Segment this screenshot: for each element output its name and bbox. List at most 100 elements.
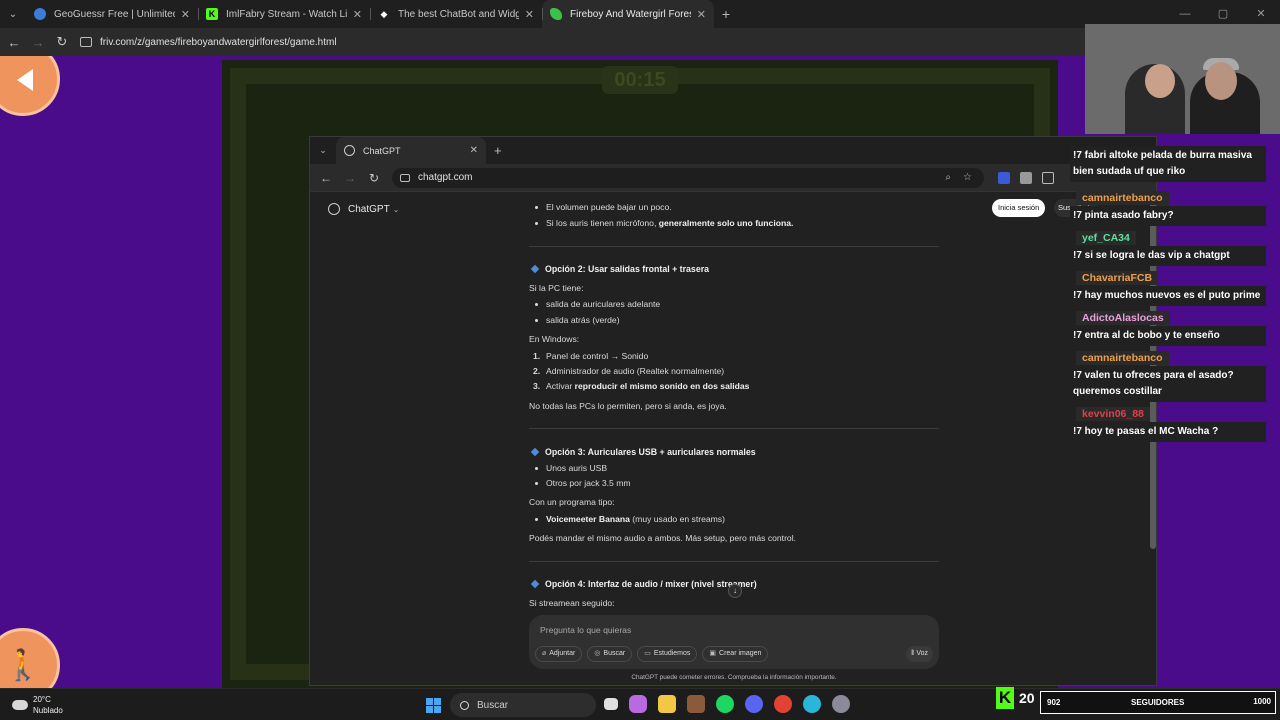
search-button[interactable]: ◎ Buscar bbox=[587, 646, 633, 662]
paragraph: Si la PC tiene: bbox=[529, 283, 584, 293]
weather-widget[interactable]: 20°C Nublado bbox=[12, 694, 63, 716]
tab-kick-stream[interactable]: K ImlFabry Stream - Watch Live o ✕ bbox=[198, 0, 370, 28]
task-view-icon[interactable] bbox=[604, 698, 618, 710]
chat-message: yef_CA34 !7 si se logra le das vip a cha… bbox=[1070, 228, 1266, 266]
new-tab-button[interactable]: + bbox=[714, 6, 738, 22]
composer-tools: ⌀ Adjuntar ◎ Buscar ▭ Estudiemos ▣ Crear ima… bbox=[535, 646, 769, 662]
new-tab-button[interactable]: + bbox=[494, 143, 502, 158]
chat-message: kevvin06_88 !7 hoy te pasas el MC Wacha … bbox=[1070, 404, 1266, 442]
taskbar-apps bbox=[604, 695, 850, 713]
blue-diamond-icon bbox=[530, 579, 540, 589]
brand-name: ChatGPT bbox=[348, 203, 390, 215]
follower-label: SEGUIDORES bbox=[1131, 698, 1185, 707]
tab-title: ImlFabry Stream - Watch Live o bbox=[226, 8, 347, 20]
blue-diamond-icon bbox=[530, 447, 540, 457]
file-explorer-icon[interactable] bbox=[658, 695, 676, 713]
edge-icon[interactable] bbox=[803, 695, 821, 713]
chat-text: !7 fabri altoke pelada de burra masiva b… bbox=[1070, 146, 1266, 182]
tab-title: Fireboy And Watergirl Forest Te bbox=[570, 8, 691, 20]
url-text: chatgpt.com bbox=[418, 172, 473, 183]
tab-search-chevron-icon[interactable]: ⌄ bbox=[310, 145, 336, 156]
url-field[interactable]: friv.com/z/games/fireboyandwatergirlfore… bbox=[100, 37, 337, 48]
leaf-icon bbox=[550, 8, 562, 20]
image-icon: ▣ bbox=[709, 650, 717, 657]
game-app-icon[interactable] bbox=[687, 695, 705, 713]
url-field[interactable]: chatgpt.com ⌕ ☆ bbox=[392, 167, 984, 188]
sidebar-toggle-icon[interactable] bbox=[328, 203, 340, 215]
forward-icon[interactable]: → bbox=[26, 35, 50, 50]
back-arrow-button[interactable] bbox=[0, 56, 60, 116]
reload-icon[interactable]: ↻ bbox=[362, 171, 386, 185]
scroll-down-button[interactable]: ↓ bbox=[728, 584, 742, 598]
close-icon[interactable]: ✕ bbox=[353, 8, 362, 21]
back-icon[interactable]: ← bbox=[2, 35, 26, 50]
discord-icon[interactable] bbox=[745, 695, 763, 713]
voice-button[interactable]: ⦀ Voz bbox=[906, 646, 933, 662]
globe-icon bbox=[34, 8, 46, 20]
study-button[interactable]: ▭ Estudiemos bbox=[637, 646, 698, 662]
forward-icon[interactable]: → bbox=[338, 171, 362, 185]
follower-count: 902 bbox=[1047, 698, 1061, 707]
taskbar-search[interactable]: Buscar bbox=[450, 693, 596, 717]
diamond-icon: ◆ bbox=[380, 8, 388, 19]
message-composer[interactable]: Pregunta lo que quieras ⌀ Adjuntar ◎ Busca… bbox=[529, 615, 939, 669]
chat-text: !7 hay muchos nuevos es el puto prime bbox=[1070, 286, 1266, 306]
taskbar: 20°C Nublado Buscar K 20 902 SEGUIDORES … bbox=[0, 687, 1280, 720]
login-button[interactable]: Inicia sesión bbox=[992, 199, 1046, 217]
star-icon[interactable]: ☆ bbox=[963, 172, 972, 183]
site-info-icon[interactable] bbox=[80, 37, 92, 47]
extensions-area bbox=[998, 171, 1054, 184]
settings-gear-icon[interactable] bbox=[832, 695, 850, 713]
chat-username: AdictoAlaslocas bbox=[1076, 311, 1170, 325]
attach-button[interactable]: ⌀ Adjuntar bbox=[535, 646, 583, 662]
tab-search-chevron-icon[interactable]: ⌄ bbox=[0, 0, 26, 28]
weather-condition: Nublado bbox=[33, 706, 63, 715]
chat-username: ChavarriaFCB bbox=[1076, 271, 1159, 285]
tab-title: GeoGuessr Free | Unlimited Mo bbox=[54, 8, 175, 20]
create-image-button[interactable]: ▣ Crear imagen bbox=[702, 646, 769, 662]
list-item: 2. Administrador de audio (Realtek normal… bbox=[533, 366, 725, 376]
start-windows-icon[interactable] bbox=[426, 698, 441, 713]
tab-chatbot[interactable]: ◆ The best ChatBot and Widgets ✕ bbox=[370, 0, 542, 28]
prompt-input[interactable]: Pregunta lo que quieras bbox=[540, 625, 631, 635]
copilot-icon[interactable] bbox=[629, 695, 647, 713]
paragraph: Con un programa tipo: bbox=[529, 497, 615, 507]
paragraph: En Windows: bbox=[529, 334, 580, 344]
arrow-left-icon bbox=[17, 69, 33, 91]
extension-shield-icon[interactable] bbox=[998, 171, 1010, 184]
model-selector[interactable]: ChatGPT ⌄ bbox=[328, 203, 399, 215]
paperclip-icon: ⌀ bbox=[542, 650, 547, 657]
close-icon[interactable]: ✕ bbox=[525, 8, 534, 21]
chrome-icon[interactable] bbox=[774, 695, 792, 713]
webcam-overlay bbox=[1085, 24, 1280, 134]
tab-title: The best ChatBot and Widgets bbox=[398, 8, 519, 20]
walkthrough-button[interactable]: 🚶 bbox=[0, 628, 60, 688]
extensions-puzzle-icon[interactable] bbox=[1042, 171, 1054, 184]
spotify-icon[interactable] bbox=[716, 695, 734, 713]
walking-person-icon: 🚶 bbox=[4, 649, 42, 682]
tab-fireboy-watergirl[interactable]: Fireboy And Watergirl Forest Te ✕ bbox=[542, 0, 714, 28]
chatgpt-page: ChatGPT ⌄ Inicia sesión Suscríbete El vo… bbox=[310, 193, 1156, 685]
zoom-icon[interactable]: ⌕ bbox=[945, 172, 951, 183]
viewer-counter: K 20 bbox=[996, 687, 1035, 709]
reload-icon[interactable]: ↻ bbox=[50, 34, 74, 50]
tab-chatgpt[interactable]: ChatGPT ✕ bbox=[336, 137, 486, 164]
kick-logo-icon: K bbox=[996, 687, 1014, 709]
list-item: Otros por jack 3.5 mm bbox=[535, 478, 631, 488]
list-item: 3. Activar reproducir el mismo sonido en … bbox=[533, 381, 750, 391]
close-icon[interactable]: ✕ bbox=[470, 145, 478, 156]
back-icon[interactable]: ← bbox=[314, 171, 338, 185]
follower-goal: 1000 bbox=[1253, 697, 1271, 706]
tab-geoguessr[interactable]: GeoGuessr Free | Unlimited Mo ✕ bbox=[26, 0, 198, 28]
close-icon[interactable]: ✕ bbox=[697, 8, 706, 21]
blue-diamond-icon bbox=[530, 264, 540, 274]
chat-message: !7 fabri altoke pelada de burra masiva b… bbox=[1070, 146, 1266, 182]
chatgpt-window: ⌄ ChatGPT ✕ + ← → ↻ chatgpt.com ⌕ ☆ Chat… bbox=[309, 136, 1157, 686]
list-item: salida de auriculares adelante bbox=[534, 299, 661, 309]
extension-heart-icon[interactable] bbox=[1020, 171, 1032, 184]
site-info-icon[interactable] bbox=[400, 173, 410, 182]
close-icon[interactable]: ✕ bbox=[181, 8, 190, 21]
chat-username: camnairtebanco bbox=[1076, 191, 1169, 205]
follower-goal-bar: 902 SEGUIDORES 1000 bbox=[1040, 691, 1276, 714]
book-icon: ▭ bbox=[644, 650, 651, 657]
